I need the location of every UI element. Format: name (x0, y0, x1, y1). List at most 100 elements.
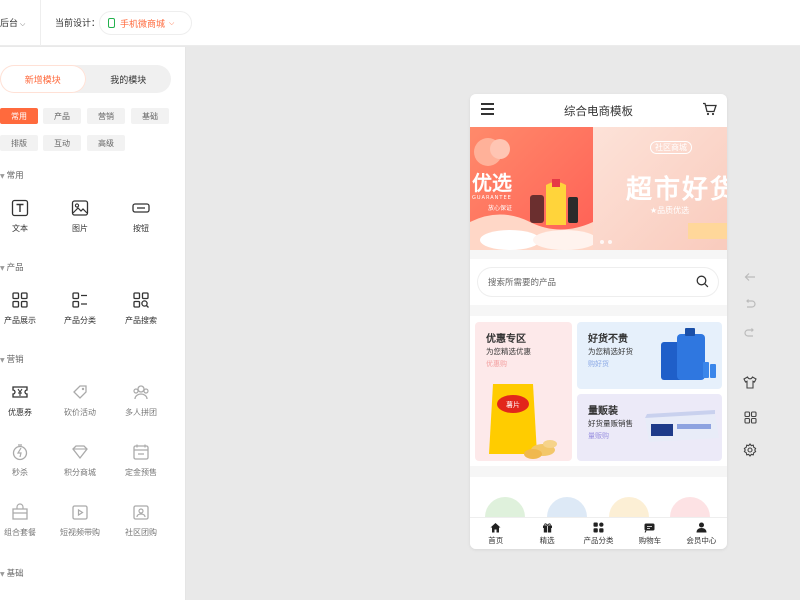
banner-right-button (688, 223, 727, 239)
banner-right-tag: 社区商城 (650, 141, 692, 154)
category-interaction[interactable]: 互动 (43, 135, 81, 151)
component-label: 图片 (72, 224, 88, 233)
category-advanced[interactable]: 高级 (87, 135, 125, 151)
module-panel: 新增模块 我的模块 常用 产品 营销 基础 排版 互动 高级 ▼ 常用 文本 图片… (0, 47, 186, 600)
component-product-search[interactable]: 产品搜索 (121, 291, 161, 335)
category-marketing[interactable]: 营销 (87, 108, 125, 124)
component-label: 产品搜索 (125, 316, 157, 325)
banner-left-sub: 放心保证 (488, 205, 513, 212)
bargain-icon (71, 383, 89, 401)
banner-carousel[interactable]: 优选 GUARANTEE 放心保证 社区商城 超市好货 ★品质优选 (470, 127, 727, 250)
section-marketing-header[interactable]: ▼ 营销 (0, 353, 24, 365)
section-title: 营销 (6, 355, 24, 365)
section-title: 产品 (6, 263, 24, 273)
video-shopping-icon (71, 503, 89, 521)
back-arrow-icon[interactable] (741, 268, 759, 286)
promo-card-discount[interactable]: 优惠专区 为您精选优惠 优惠购 薯片 (475, 322, 572, 461)
component-label: 优惠券 (8, 408, 32, 417)
phone-preview[interactable]: 综合电商模板 优选 GUARANTEE 放心保证 社区商城 超市好货 ★品质优选 (470, 94, 727, 549)
tab-category[interactable]: 产品分类 (573, 518, 624, 549)
points-mall-icon (71, 443, 89, 461)
category-common[interactable]: 常用 (0, 108, 38, 124)
promo-card-quality[interactable]: 好货不贵 为您精选好货 购好货 (577, 322, 722, 389)
section-title: 基础 (6, 569, 24, 579)
caret-down-icon: ▼ (0, 571, 5, 578)
tab-featured[interactable]: 精选 (521, 518, 572, 549)
search-icon[interactable] (696, 275, 709, 291)
section-common-header[interactable]: ▼ 常用 (0, 169, 24, 181)
phone-title: 综合电商模板 (564, 104, 633, 118)
component-bargain[interactable]: 砍价活动 (60, 383, 100, 427)
tab-label: 购物车 (638, 535, 662, 545)
section-basic-header[interactable]: ▼ 基础 (0, 567, 24, 579)
component-label: 定金预售 (125, 468, 157, 477)
back-label: 后台 (0, 19, 19, 29)
phone-header: 综合电商模板 (470, 94, 727, 127)
category-basic[interactable]: 基础 (131, 108, 169, 124)
tab-member[interactable]: 会员中心 (676, 518, 727, 549)
banner-right-headline: 超市好货 (626, 175, 727, 205)
component-group-buy[interactable]: 多人拼团 (121, 383, 161, 427)
user-icon (696, 522, 707, 532)
component-label: 产品展示 (4, 316, 36, 325)
component-community[interactable]: 社区团购 (121, 503, 161, 547)
mobile-icon (108, 18, 115, 28)
banner-left-guarantee: GUARANTEE (472, 195, 512, 201)
promo-card-bulk[interactable]: 量贩装 好货量贩销售 量贩购 (577, 394, 722, 461)
component-coupon[interactable]: 优惠券 (0, 383, 40, 427)
tab-my-modules[interactable]: 我的模块 (86, 65, 172, 93)
section-product-header[interactable]: ▼ 产品 (0, 261, 24, 273)
component-label: 秒杀 (12, 468, 28, 477)
component-image[interactable]: 图片 (60, 199, 100, 243)
section-title: 常用 (6, 171, 24, 181)
component-product-category[interactable]: 产品分类 (60, 291, 100, 335)
coupon-icon (11, 383, 29, 401)
component-label: 产品分类 (64, 316, 96, 325)
search-placeholder: 搜索所需要的产品 (488, 278, 557, 288)
settings-gear-icon[interactable] (741, 441, 759, 459)
component-button[interactable]: 按钮 (121, 199, 161, 243)
component-product-display[interactable]: 产品展示 (0, 291, 40, 335)
home-icon (490, 522, 501, 532)
search-input[interactable]: 搜索所需要的产品 (477, 267, 719, 297)
community-icon (132, 503, 150, 521)
caret-down-icon: ▼ (0, 265, 5, 272)
design-select-value: 手机微商城 (120, 19, 166, 30)
category-layout[interactable]: 排版 (0, 135, 38, 151)
component-label: 社区团购 (125, 528, 157, 537)
component-points-mall[interactable]: 积分商城 (60, 443, 100, 487)
chevron-down-icon: ⌵ (169, 18, 175, 27)
gift-icon (542, 522, 552, 532)
chips-label: 薯片 (506, 400, 520, 409)
theme-shirt-icon[interactable] (741, 373, 759, 391)
component-text[interactable]: 文本 (0, 199, 40, 243)
image-icon (71, 199, 89, 217)
tab-home[interactable]: 首页 (470, 518, 521, 549)
module-tabs: 新增模块 我的模块 (0, 65, 171, 93)
category-product[interactable]: 产品 (43, 108, 81, 124)
cart-icon[interactable] (702, 102, 717, 119)
redo-icon[interactable] (741, 324, 759, 342)
undo-icon[interactable] (741, 295, 759, 313)
modules-grid-icon[interactable] (741, 408, 759, 426)
component-presale[interactable]: 定金预售 (121, 443, 161, 487)
component-label: 积分商城 (64, 468, 96, 477)
component-label: 文本 (12, 224, 28, 233)
tab-new-modules[interactable]: 新增模块 (0, 65, 86, 93)
tab-cart[interactable]: 购物车 (624, 518, 675, 549)
grid-icon (11, 291, 29, 309)
text-icon (11, 199, 29, 217)
back-to-admin-button[interactable]: 后台 ⌵ (0, 16, 25, 29)
design-select[interactable]: 手机微商城 ⌵ (99, 11, 192, 35)
component-combo[interactable]: 组合套餐 (0, 503, 40, 547)
combo-icon (11, 503, 29, 521)
component-video-shopping[interactable]: 短视频带购 (60, 503, 100, 547)
carousel-dots[interactable] (600, 240, 616, 244)
button-icon (132, 199, 150, 217)
component-flash-sale[interactable]: 秒杀 (0, 443, 40, 487)
caret-down-icon: ▼ (0, 357, 5, 364)
top-bar: 后台 ⌵ 当前设计： 手机微商城 ⌵ (0, 0, 800, 46)
component-label: 按钮 (133, 224, 149, 233)
current-design-label: 当前设计： (55, 19, 101, 29)
component-label: 组合套餐 (4, 528, 36, 537)
